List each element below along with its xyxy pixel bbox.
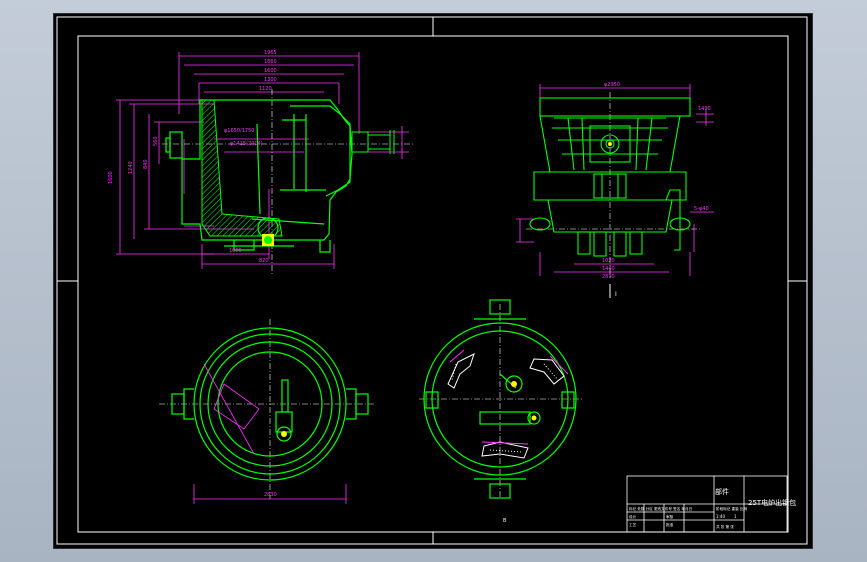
- dim-top-width-4: 1300: [264, 77, 277, 83]
- bottom-blocks: [447, 353, 565, 459]
- side-view: φ2950 1490 5-φ40 1020 1440 2830 I: [516, 82, 714, 298]
- section-label: I: [615, 291, 617, 298]
- section-marker: I: [609, 284, 617, 298]
- title-process: 工艺: [629, 522, 637, 527]
- title-designer: 设计: [629, 514, 637, 519]
- title-scale: 1:40: [716, 514, 725, 519]
- dim-right-top: φ2950: [604, 82, 620, 88]
- dim-bottom-1: 1000: [229, 248, 242, 254]
- dim-right-small: 5-φ40: [694, 206, 709, 212]
- plan-nozzle: [281, 431, 287, 437]
- title-part-label: 部件: [715, 487, 729, 496]
- dim-inner-width: 1120: [259, 86, 272, 92]
- side-stopper: [608, 142, 612, 146]
- side-dimension-lines: [516, 84, 714, 276]
- bottom-view: B: [419, 299, 584, 524]
- title-sheet: 1: [734, 514, 737, 519]
- dim-right-side: 1490: [698, 106, 711, 112]
- dim-left-height-4: 560: [153, 136, 159, 146]
- title-mark-row: 标记 处数 分区 更改文件号 签名 年月日: [629, 506, 692, 511]
- dim-left-height-2: 1240: [128, 161, 134, 174]
- dim-right-bottom-2: 1440: [602, 266, 615, 272]
- refractory-lining: [201, 99, 283, 237]
- title-block: 部件 25T电炉出钢包 标记 处数 分区 更改文件号 签名 年月日 阶段标记 重…: [626, 475, 796, 533]
- plan-center-lines: [159, 319, 374, 499]
- dim-steel-level: φ1415(2414): [230, 141, 263, 147]
- dim-right-bottom-1: 1020: [602, 258, 615, 264]
- dim-right-bottom-3: 2830: [602, 274, 615, 280]
- plan-view: 2830: [159, 319, 374, 504]
- dim-slag-level: φ1650/1750: [224, 128, 254, 134]
- dim-bottom-2: 820: [259, 258, 269, 264]
- drawing-frame: [56, 16, 808, 545]
- slide-gate: [262, 234, 274, 246]
- front-section-view: 1965 1860 1600 1300 1120 φ1650/1750 φ141…: [108, 50, 414, 274]
- title-checker: 审核: [666, 514, 674, 519]
- trunnion-right: [351, 130, 395, 154]
- bottom-center-lines: [419, 304, 584, 499]
- title-count-row: 共 张 第 张: [716, 524, 734, 529]
- title-drawing-name: 25T电炉出钢包: [748, 498, 796, 507]
- dim-top-width-2: 1860: [264, 59, 277, 65]
- dim-plan-width: 2830: [264, 492, 277, 498]
- dim-top-width-3: 1600: [264, 68, 277, 74]
- dim-left-height-1: 1600: [108, 171, 114, 184]
- title-stage-row: 阶段标记 重量 比例: [716, 506, 747, 511]
- title-approve: 批准: [666, 522, 674, 527]
- dim-left-height-3: 840: [143, 159, 149, 169]
- cad-drawing-canvas[interactable]: 1965 1860 1600 1300 1120 φ1650/1750 φ141…: [54, 14, 812, 548]
- bottom-magenta-details: [449, 349, 569, 445]
- cad-viewport[interactable]: 1965 1860 1600 1300 1120 φ1650/1750 φ141…: [53, 13, 813, 549]
- dim-top-width-1: 1965: [264, 50, 277, 56]
- center-mark: B: [503, 518, 507, 524]
